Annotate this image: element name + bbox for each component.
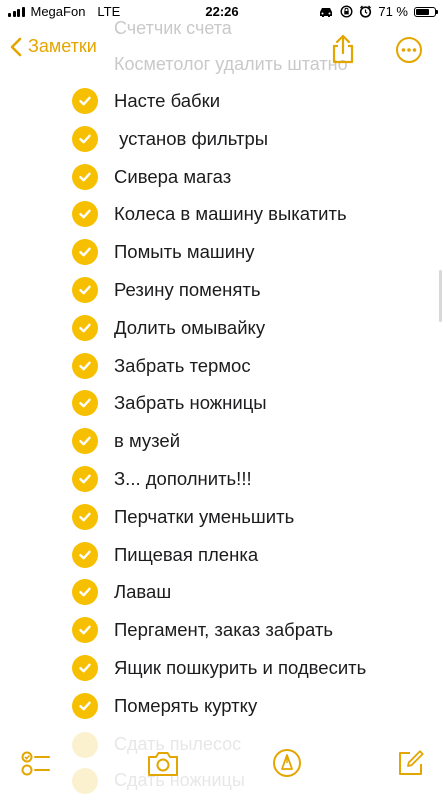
checked-circle-icon[interactable] [72, 390, 98, 417]
checked-circle-icon[interactable] [72, 466, 98, 492]
camera-button[interactable] [146, 748, 180, 783]
scrolled-ghost-text: Косметолог удалить штатно [114, 54, 348, 74]
checked-circle-icon[interactable] [72, 201, 98, 228]
checked-circle-icon[interactable] [72, 352, 98, 379]
checklist-item-label[interactable]: Пергамент, заказ забрать [114, 619, 333, 641]
checklist-item[interactable]: Забрать ножницы [0, 384, 444, 422]
checked-circle-icon[interactable] [72, 655, 98, 681]
share-button[interactable] [330, 34, 356, 69]
compose-icon [399, 750, 424, 775]
nav-bar: Счетчик счета Косметолог удалить штатно … [0, 18, 444, 76]
checklist-item-label[interactable]: Лаваш [114, 581, 171, 603]
checklist-item-label[interactable]: Померять куртку [114, 695, 257, 717]
chevron-left-icon [10, 37, 22, 56]
back-label: Заметки [28, 36, 97, 56]
checklist-item-label[interactable]: Насте бабки [114, 90, 220, 112]
checklist-item[interactable]: Помыть машину [0, 233, 444, 271]
checklist-item-label[interactable]: Пищевая пленка [114, 544, 258, 566]
checked-circle-icon[interactable] [72, 692, 98, 719]
lock-rotation-icon [340, 5, 353, 18]
camera-icon [148, 752, 178, 776]
checklist-item[interactable]: Сивера магаз [0, 158, 444, 196]
checked-circle-icon[interactable] [72, 239, 98, 266]
checklist-item[interactable]: установ фильтры [0, 120, 444, 158]
markup-button[interactable] [272, 748, 302, 783]
checklist-item[interactable]: Пергамент, заказ забрать [0, 611, 444, 649]
checklist-item-label[interactable]: Сивера магаз [114, 166, 231, 188]
checklist-item[interactable]: Забрать термос [0, 347, 444, 385]
scroll-indicator[interactable] [439, 270, 442, 322]
checklist-item[interactable]: Лаваш [0, 573, 444, 611]
checklist-item-label[interactable]: Забрать термос [114, 355, 251, 377]
checked-circle-icon[interactable] [72, 541, 98, 568]
checklist-item-label[interactable]: Ящик пошкурить и подвесить [114, 657, 366, 679]
battery-fill [416, 8, 429, 15]
checklist-item[interactable]: Пищевая пленка [0, 536, 444, 574]
checklist-item[interactable]: Перчатки уменьшить [0, 498, 444, 536]
checklist-item-label[interactable]: Колеса в машину выкатить [114, 203, 347, 225]
checklist-item-label[interactable]: Резину поменять [114, 279, 261, 301]
checklist-item-label[interactable]: З... дополнить!!! [114, 468, 252, 490]
checklist-item[interactable]: Ящик пошкурить и подвесить [0, 649, 444, 687]
more-icon [396, 37, 422, 63]
checklist-item[interactable]: Долить омывайку [0, 309, 444, 347]
checked-circle-icon[interactable] [72, 503, 98, 530]
checked-circle-icon[interactable] [72, 125, 98, 152]
battery-icon [414, 6, 438, 17]
checklist-button[interactable] [20, 748, 52, 785]
back-button[interactable]: Заметки [10, 36, 97, 57]
bottom-toolbar [0, 742, 444, 790]
checked-circle-icon[interactable] [72, 88, 98, 114]
checklist-item-label[interactable]: установ фильтры [114, 128, 268, 150]
compose-button[interactable] [396, 748, 426, 783]
more-button[interactable] [395, 36, 423, 69]
checklist-item-label[interactable]: Перчатки уменьшить [114, 506, 294, 528]
checked-circle-icon[interactable] [72, 314, 98, 341]
checklist-item[interactable]: Резину поменять [0, 271, 444, 309]
checked-circle-icon[interactable] [72, 428, 98, 455]
checklist-item[interactable]: Померять куртку [0, 687, 444, 725]
pen-tip-icon [273, 749, 301, 777]
car-icon [320, 7, 333, 17]
checklist-item-label[interactable]: Забрать ножницы [114, 392, 267, 414]
checklist-item-label[interactable]: Долить омывайку [114, 317, 265, 339]
checklist-item[interactable]: З... дополнить!!! [0, 460, 444, 498]
share-icon [332, 34, 354, 64]
scrolled-ghost-text: Счетчик счета [114, 18, 232, 38]
checklist-item[interactable]: Насте бабки [0, 82, 444, 120]
checklist-item[interactable]: Колеса в машину выкатить [0, 195, 444, 233]
checklist-icon [21, 751, 50, 776]
checklist-item-label[interactable]: в музей [114, 430, 180, 452]
checked-circle-icon[interactable] [72, 277, 98, 303]
battery-percent: 71 % [378, 4, 408, 19]
status-right: 71 % [318, 4, 438, 19]
alarm-icon [360, 5, 372, 18]
checklist-item[interactable]: в музей [0, 422, 444, 460]
checked-circle-icon[interactable] [72, 163, 98, 190]
checklist-item-label[interactable]: Помыть машину [114, 241, 255, 263]
checked-circle-icon[interactable] [72, 617, 98, 644]
checked-circle-icon[interactable] [72, 579, 98, 606]
